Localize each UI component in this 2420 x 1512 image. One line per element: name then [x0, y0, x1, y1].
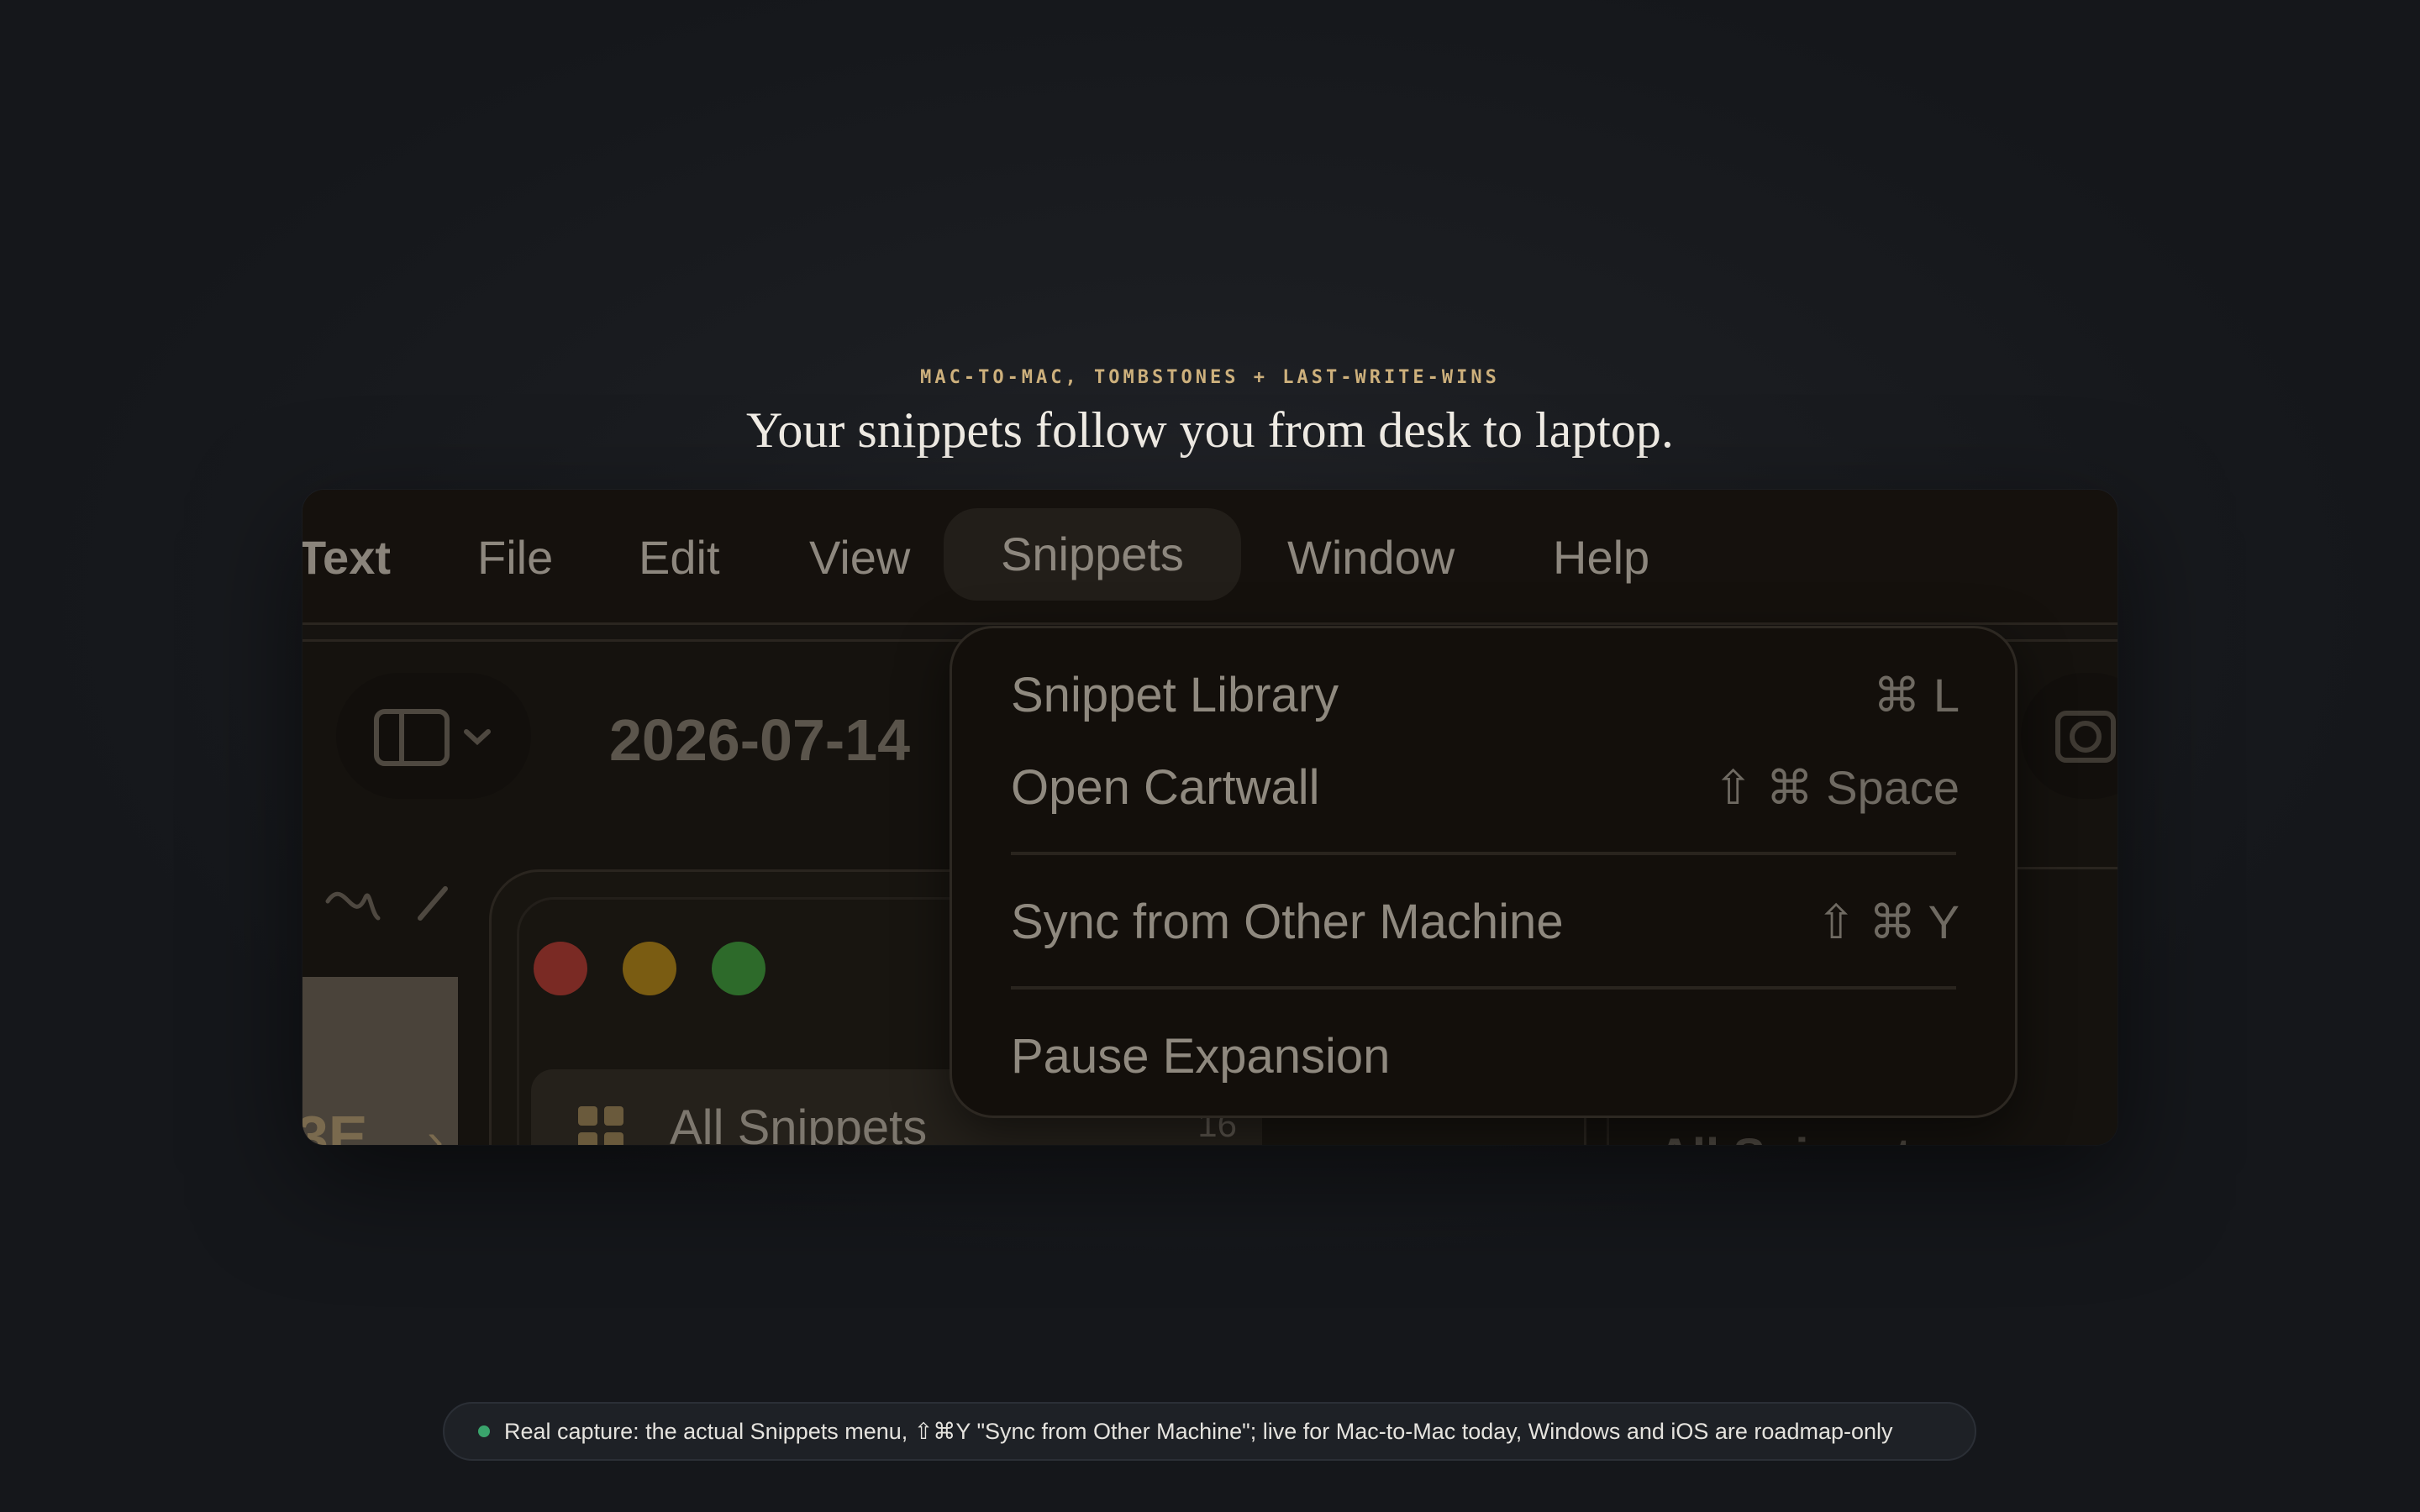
menu-help[interactable]: Help	[1553, 527, 1649, 589]
close-window-button[interactable]	[534, 942, 587, 995]
menu-edit[interactable]: Edit	[639, 527, 720, 589]
menu-file[interactable]: File	[477, 527, 553, 589]
list-header-count: 16	[1972, 1141, 2012, 1145]
snippets-dropdown-menu: Snippet Library ⌘ L Open Cartwall ⇧ ⌘ Sp…	[950, 626, 2018, 1118]
left-strip-text: 3E	[302, 1104, 368, 1145]
camera-icon	[2055, 711, 2116, 763]
pen-icon[interactable]	[319, 868, 487, 935]
menu-snippets[interactable]: Snippets	[944, 508, 1241, 601]
menu-separator	[1011, 986, 1956, 990]
drawing-tools	[319, 868, 487, 939]
menu-separator	[1011, 852, 1956, 855]
caption-pill: Real capture: the actual Snippets menu, …	[443, 1402, 1976, 1461]
menu-item-snippet-library[interactable]: Snippet Library	[1011, 662, 1339, 729]
sidebar-toggle-button[interactable]	[336, 673, 531, 799]
menu-item-open-cartwall[interactable]: Open Cartwall	[1011, 754, 1319, 822]
menu-item-sync-from-other-machine[interactable]: Sync from Other Machine	[1011, 889, 1564, 956]
camera-button[interactable]	[2021, 673, 2118, 799]
menu-window[interactable]: Window	[1287, 527, 1455, 589]
menu-view[interactable]: View	[809, 527, 910, 589]
shortcut-sync: ⇧ ⌘ Y	[1816, 895, 1960, 948]
sidebar-toggle-icon	[374, 709, 491, 766]
sidebar-item-label: All Snippets	[670, 1100, 928, 1145]
list-header-label: All Snippets	[1657, 1129, 1939, 1145]
grid-icon	[578, 1106, 623, 1145]
date-label: 2026-07-14	[609, 707, 911, 773]
zoom-window-button[interactable]	[712, 942, 765, 995]
shortcut-open-cartwall: ⇧ ⌘ Space	[1713, 761, 1960, 814]
eyebrow-label: MAC-TO-MAC, TOMBSTONES + LAST-WRITE-WINS	[920, 367, 1500, 388]
menu-bar: Text File Edit View Snippets Window Help	[302, 490, 2118, 642]
headline: Your snippets follow you from desk to la…	[746, 402, 1674, 458]
left-panel-strip: 3E ›	[302, 977, 458, 1145]
list-header: All Snippets 16	[1657, 1128, 2012, 1145]
caption-text: Real capture: the actual Snippets menu, …	[504, 1419, 1893, 1444]
shortcut-snippet-library: ⌘ L	[1873, 669, 1960, 722]
screenshot-capture: 2026-07-14 3E › All Snippets 16 All Sn	[302, 490, 2118, 1145]
minimize-window-button[interactable]	[623, 942, 676, 995]
chevron-right-icon: ›	[427, 1112, 444, 1145]
menu-app-name[interactable]: Text	[302, 527, 391, 589]
status-dot	[478, 1425, 490, 1437]
menu-item-pause-expansion[interactable]: Pause Expansion	[1011, 1023, 1390, 1090]
